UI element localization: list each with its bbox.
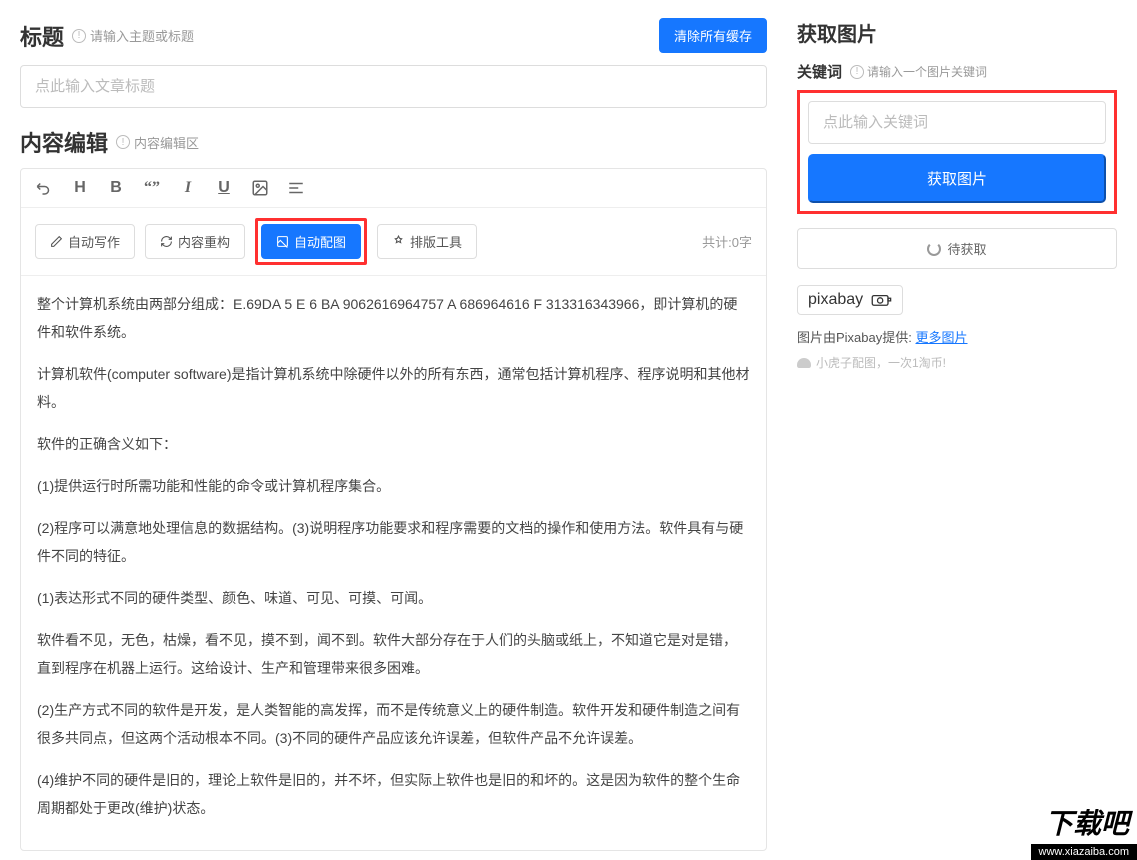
content-paragraph: 软件看不见，无色，枯燥，看不见，摸不到，闻不到。软件大部分存在于人们的头脑或纸上… — [37, 626, 750, 682]
info-icon: ! — [72, 29, 86, 43]
content-paragraph: (1)表达形式不同的硬件类型、颜色、味道、可见、可摸、可闻。 — [37, 584, 750, 612]
provider-text: 图片由Pixabay提供: 更多图片 — [797, 327, 1117, 346]
quote-icon[interactable]: “” — [143, 179, 161, 197]
fetch-status: 待获取 — [797, 228, 1117, 269]
watermark-url: www.xiazaiba.com — [1031, 844, 1137, 860]
main-panel: 标题 ! 请输入主题或标题 清除所有缓存 内容编辑 ! 内容编辑区 — [0, 0, 787, 860]
keyword-input[interactable] — [808, 101, 1106, 144]
more-images-link[interactable]: 更多图片 — [916, 330, 968, 345]
layout-tool-button[interactable]: 排版工具 — [377, 224, 477, 259]
article-title-input[interactable] — [20, 65, 767, 108]
sidebar-footer-note: 小虎子配图，一次1淘币! — [797, 354, 1117, 371]
auto-write-button[interactable]: 自动写作 — [35, 224, 135, 259]
content-paragraph: 软件的正确含义如下： — [37, 430, 750, 458]
sidebar-panel: 获取图片 关键词 ! 请输入一个图片关键词 获取图片 待获取 pixabay 图… — [787, 0, 1137, 860]
editor-label: 内容编辑 — [20, 126, 108, 158]
keyword-label: 关键词 — [797, 61, 842, 82]
content-paragraph: 计算机软件(computer software)是指计算机系统中除硬件以外的所有… — [37, 360, 750, 416]
align-icon[interactable] — [287, 179, 305, 197]
content-paragraph: (1)提供运行时所需功能和性能的命令或计算机程序集合。 — [37, 472, 750, 500]
undo-icon[interactable] — [35, 179, 53, 197]
format-toolbar: H B “” I U — [21, 169, 766, 208]
keyword-highlight-box: 获取图片 — [797, 90, 1117, 214]
watermark-logo: 下载吧 — [1045, 802, 1129, 842]
clear-cache-button[interactable]: 清除所有缓存 — [659, 18, 767, 53]
info-icon: ! — [116, 135, 130, 149]
auto-image-highlight: 自动配图 — [255, 218, 367, 265]
content-paragraph: (4)维护不同的硬件是旧的，理论上软件是旧的，并不坏，但实际上软件也是旧的和坏的… — [37, 766, 750, 822]
spinner-icon — [927, 242, 941, 256]
auto-image-button[interactable]: 自动配图 — [261, 224, 361, 259]
bold-icon[interactable]: B — [107, 179, 125, 197]
content-paragraph: (2)程序可以满意地处理信息的数据结构。(3)说明程序功能要求和程序需要的文档的… — [37, 514, 750, 570]
pixabay-logo: pixabay — [797, 285, 903, 315]
underline-icon[interactable]: U — [215, 179, 233, 197]
content-paragraph: 整个计算机系统由两部分组成：E.69DA 5 E 6 BA 9062616964… — [37, 290, 750, 346]
editor-box: H B “” I U — [20, 168, 767, 851]
title-label: 标题 — [20, 20, 64, 52]
fetch-image-button[interactable]: 获取图片 — [808, 154, 1106, 203]
editor-content[interactable]: 整个计算机系统由两部分组成：E.69DA 5 E 6 BA 9062616964… — [21, 276, 766, 850]
content-paragraph: (2)生产方式不同的软件是开发，是人类智能的高发挥，而不是传统意义上的硬件制造。… — [37, 696, 750, 752]
italic-icon[interactable]: I — [179, 179, 197, 197]
restructure-button[interactable]: 内容重构 — [145, 224, 245, 259]
heading-icon[interactable]: H — [71, 179, 89, 197]
title-hint: ! 请输入主题或标题 — [72, 26, 194, 45]
info-icon: ! — [850, 65, 864, 79]
editor-hint: ! 内容编辑区 — [116, 133, 199, 152]
image-icon[interactable] — [251, 179, 269, 197]
word-count: 共计:0字 — [702, 232, 752, 251]
cloud-icon — [797, 358, 811, 368]
keyword-hint: ! 请输入一个图片关键词 — [850, 63, 987, 80]
sidebar-title: 获取图片 — [797, 18, 1117, 47]
